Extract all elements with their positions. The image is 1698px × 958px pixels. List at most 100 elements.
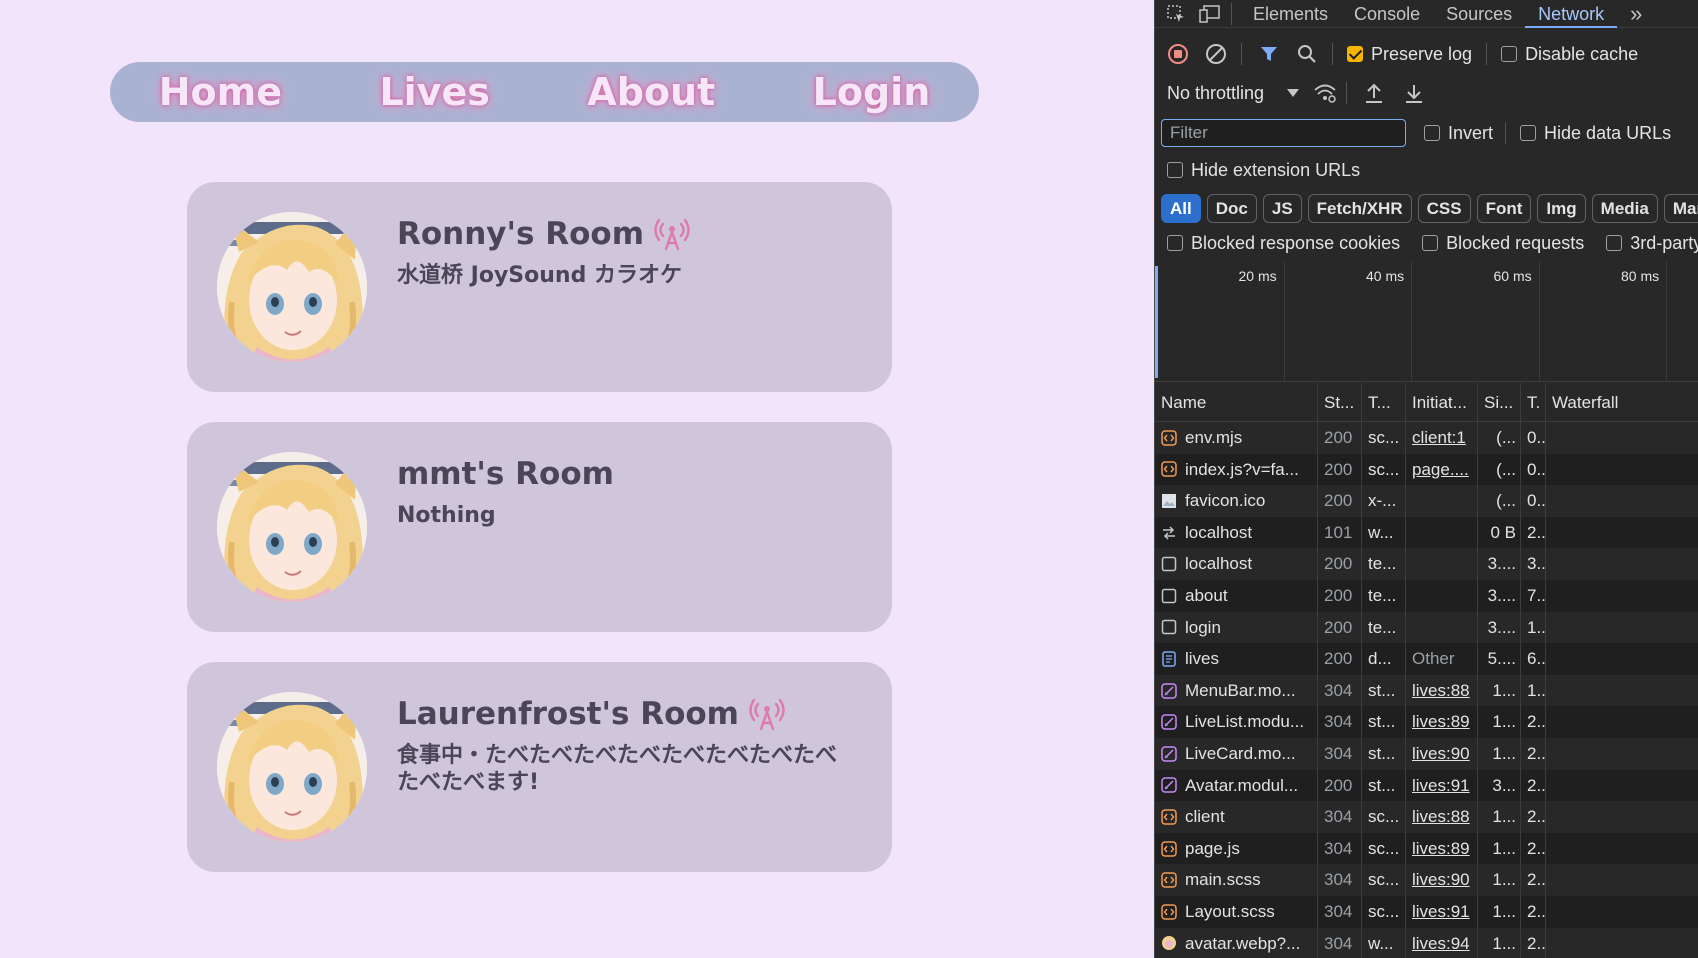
request-initiator[interactable]: lives:88 [1406, 674, 1478, 707]
request-size: 1... [1478, 737, 1521, 770]
hide-data-urls-checkbox[interactable] [1520, 125, 1537, 141]
blocked-filter-row: Blocked response cookies Blocked request… [1155, 229, 1698, 257]
inspect-element-icon[interactable] [1163, 1, 1189, 27]
device-toolbar-icon[interactable] [1197, 1, 1223, 27]
tab-sources[interactable]: Sources [1433, 0, 1525, 28]
request-size: 3.... [1478, 611, 1521, 644]
throttling-select[interactable]: No throttling [1167, 83, 1264, 104]
invert-checkbox[interactable] [1424, 125, 1440, 141]
request-waterfall [1546, 454, 1698, 486]
preserve-log-checkbox[interactable] [1347, 46, 1363, 62]
network-overview-timeline[interactable]: 20 ms 40 ms 60 ms 80 ms [1155, 262, 1698, 382]
request-initiator[interactable]: page.... [1406, 453, 1478, 486]
request-type: d... [1362, 643, 1406, 675]
table-row[interactable]: page.js 304 sc... lives:89 1... 2.. [1155, 832, 1698, 865]
request-size: (... [1478, 453, 1521, 486]
request-initiator[interactable]: lives:91 [1406, 895, 1478, 928]
divider [1241, 43, 1242, 65]
table-row[interactable]: about 200 te... 3.... 7.. [1155, 579, 1698, 612]
network-conditions-icon[interactable] [1312, 80, 1338, 106]
request-initiator[interactable]: lives:91 [1406, 769, 1478, 802]
request-time: 2.. [1521, 864, 1546, 896]
menu-login-link[interactable]: Login [813, 70, 931, 114]
type-filter-manife[interactable]: Manife [1663, 193, 1698, 223]
upload-har-icon[interactable] [1361, 80, 1387, 106]
column-header-waterfall[interactable]: Waterfall [1546, 383, 1698, 422]
table-row[interactable]: index.js?v=fa... 200 sc... page.... (...… [1155, 453, 1698, 486]
blocked-requests-checkbox[interactable] [1422, 235, 1439, 251]
table-row[interactable]: Layout.scss 304 sc... lives:91 1... 2.. [1155, 895, 1698, 928]
table-row[interactable]: localhost 101 w... 0 B 2.. [1155, 516, 1698, 549]
request-initiator[interactable]: lives:90 [1406, 737, 1478, 770]
type-filter-media[interactable]: Media [1591, 193, 1658, 223]
request-size: 1... [1478, 801, 1521, 833]
table-row[interactable]: LiveCard.mo... 304 st... lives:90 1... 2… [1155, 737, 1698, 770]
table-row[interactable]: LiveList.modu... 304 st... lives:89 1...… [1155, 706, 1698, 738]
request-initiator[interactable]: lives:90 [1406, 864, 1478, 896]
table-row[interactable]: MenuBar.mo... 304 st... lives:88 1... 1.… [1155, 674, 1698, 707]
request-waterfall [1546, 770, 1698, 802]
request-name-cell: lives [1155, 643, 1318, 675]
request-initiator[interactable]: lives:89 [1406, 832, 1478, 865]
filter-icon[interactable] [1256, 41, 1282, 67]
type-filter-img[interactable]: Img [1537, 193, 1586, 223]
request-name: LiveCard.mo... [1185, 743, 1296, 763]
blocked-response-cookies-label: Blocked response cookies [1191, 232, 1401, 253]
request-size: 3... [1478, 769, 1521, 802]
filter-input[interactable]: Filter [1161, 119, 1406, 147]
stylesheet-file-icon [1161, 745, 1177, 762]
type-filter-all[interactable]: All [1161, 193, 1201, 223]
type-filter-js[interactable]: JS [1262, 193, 1302, 223]
live-broadcast-icon [749, 696, 785, 732]
table-row[interactable]: main.scss 304 sc... lives:90 1... 2.. [1155, 864, 1698, 896]
column-header-type[interactable]: T... [1362, 382, 1406, 422]
live-card[interactable]: Ronny's Room 水道桥 JoySound カラオケ [187, 182, 892, 392]
menu-about-link[interactable]: About [587, 70, 715, 114]
tab-elements[interactable]: Elements [1240, 0, 1341, 28]
request-initiator[interactable]: lives:88 [1406, 801, 1478, 833]
table-row[interactable]: lives 200 d... Other 5.... 6.. [1155, 643, 1698, 675]
request-waterfall [1546, 864, 1698, 896]
stop-recording-icon[interactable] [1165, 41, 1191, 67]
column-header-time[interactable]: T. [1521, 382, 1546, 422]
request-initiator[interactable]: lives:89 [1406, 706, 1478, 738]
column-header-initiator[interactable]: Initiat... [1406, 382, 1478, 422]
column-header-name[interactable]: Name [1155, 382, 1318, 422]
table-row[interactable]: login 200 te... 3.... 1.. [1155, 611, 1698, 644]
request-initiator[interactable]: lives:94 [1406, 927, 1478, 958]
chevron-down-icon[interactable] [1280, 80, 1306, 106]
request-type: te... [1362, 548, 1406, 580]
download-har-icon[interactable] [1401, 80, 1427, 106]
request-waterfall [1546, 643, 1698, 675]
menu-home-link[interactable]: Home [159, 70, 282, 114]
menu-lives-link[interactable]: Lives [379, 70, 489, 114]
type-filter-doc[interactable]: Doc [1206, 193, 1257, 223]
type-filter-css[interactable]: CSS [1417, 193, 1471, 223]
disable-cache-checkbox[interactable] [1501, 46, 1518, 62]
third-party-checkbox[interactable] [1606, 235, 1623, 251]
column-header-size[interactable]: Si... [1478, 382, 1521, 422]
table-row[interactable]: favicon.ico 200 x-... (... 0.. [1155, 485, 1698, 517]
request-time: 0.. [1521, 485, 1546, 517]
script-file-icon [1161, 809, 1177, 825]
request-initiator[interactable]: client:1 [1406, 422, 1478, 454]
type-filter-font[interactable]: Font [1476, 193, 1532, 223]
tab-console[interactable]: Console [1341, 0, 1433, 28]
live-card[interactable]: mmt's Room Nothing [187, 422, 892, 632]
column-header-status[interactable]: St... [1318, 382, 1362, 422]
live-card[interactable]: Laurenfrost's Room 食事中・たべたべたべたべたべたべたべたべた… [187, 662, 892, 872]
table-row[interactable]: localhost 200 te... 3.... 3.. [1155, 548, 1698, 580]
more-tabs-button[interactable]: » [1617, 0, 1655, 28]
table-row[interactable]: Avatar.modul... 200 st... lives:91 3... … [1155, 769, 1698, 802]
table-row[interactable]: avatar.webp?... 304 w... lives:94 1... 2… [1155, 927, 1698, 958]
blocked-response-cookies-checkbox[interactable] [1167, 235, 1183, 251]
table-row[interactable]: env.mjs 200 sc... client:1 (... 0.. [1155, 422, 1698, 454]
table-row[interactable]: client 304 sc... lives:88 1... 2.. [1155, 801, 1698, 833]
clear-icon[interactable] [1203, 41, 1229, 67]
search-icon[interactable] [1294, 41, 1320, 67]
type-filter-fetchxhr[interactable]: Fetch/XHR [1307, 193, 1412, 223]
timeline-tick: 60 ms [1494, 262, 1540, 382]
request-status: 304 [1318, 737, 1362, 770]
hide-extension-urls-checkbox[interactable] [1167, 162, 1183, 178]
tab-network[interactable]: Network [1525, 0, 1618, 28]
